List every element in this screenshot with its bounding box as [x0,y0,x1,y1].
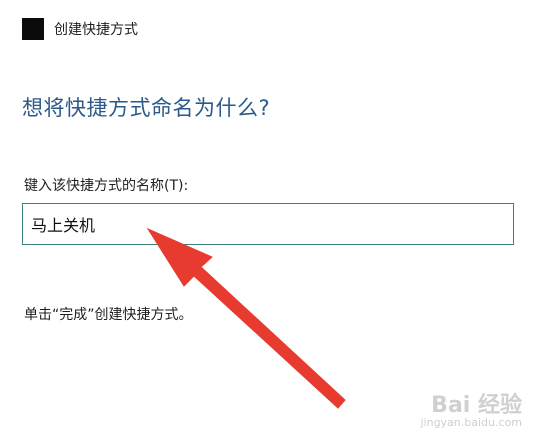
window-title: 创建快捷方式 [54,22,138,38]
app-icon [22,18,44,40]
watermark-sub: jingyan.baidu.com [420,416,522,430]
page-heading: 想将快捷方式命名为什么? [22,96,271,120]
window-title-bar: 创建快捷方式 [22,18,138,40]
shortcut-name-label: 键入该快捷方式的名称(T): [24,178,189,194]
watermark: Bai 经验 jingyan.baidu.com [420,394,522,429]
shortcut-name-input[interactable] [22,203,514,245]
create-shortcut-dialog: 创建快捷方式 想将快捷方式命名为什么? 键入该快捷方式的名称(T): 单击“完成… [0,0,540,437]
watermark-main: Bai 经验 [431,393,522,419]
finish-hint-text: 单击“完成”创建快捷方式。 [24,307,193,323]
